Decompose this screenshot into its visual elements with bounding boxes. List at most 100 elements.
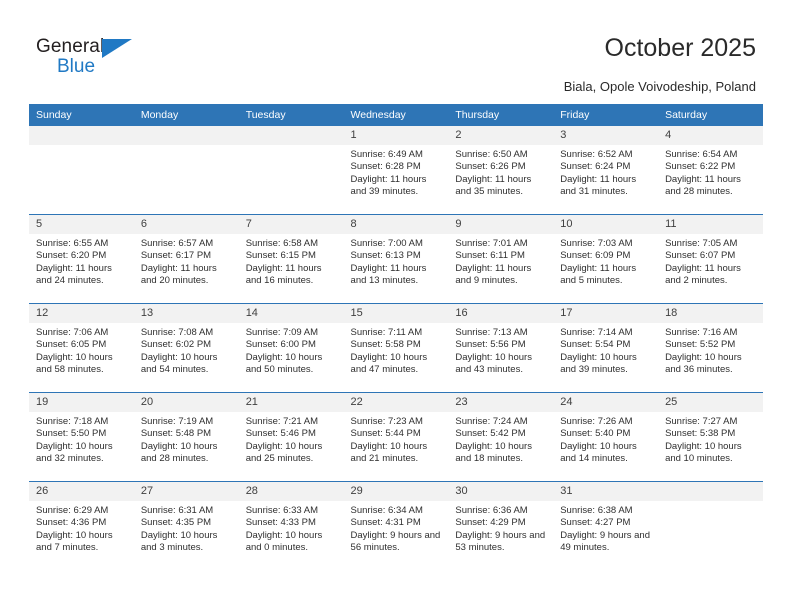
day-details: Sunrise: 7:11 AM Sunset: 5:58 PM Daylight:…	[344, 323, 449, 376]
calendar-day-cell[interactable]: 2 Sunrise: 6:50 AM Sunset: 6:26 PM Daylight…	[448, 126, 554, 215]
calendar-day-cell[interactable]: 6 Sunrise: 6:57 AM Sunset: 6:17 PM Daylight…	[133, 214, 239, 304]
sunrise-text: Sunrise: 7:21 AM	[245, 416, 319, 427]
sunset-text: Sunset: 6:28 PM	[350, 161, 421, 173]
calendar-day-cell[interactable]: 24 Sunrise: 7:26 AM Sunset: 5:40 PM Dayligh…	[553, 392, 659, 482]
calendar-day-cell[interactable]: 4 Sunrise: 6:54 AM Sunset: 6:22 PM Daylight…	[658, 126, 763, 215]
day-details: Sunrise: 7:21 AM Sunset: 5:46 PM Daylight:…	[239, 412, 344, 465]
calendar-day-cell[interactable]: 10 Sunrise: 7:03 AM Sunset: 6:09 PM Dayligh…	[553, 214, 659, 304]
day-details: Sunrise: 7:13 AM Sunset: 5:56 PM Daylight:…	[448, 323, 553, 376]
daylight-text: Daylight: 10 hours and 10 minutes.	[665, 440, 742, 464]
logo-text-blue: Blue	[57, 56, 96, 77]
day-details: Sunrise: 7:08 AM Sunset: 6:02 PM Daylight:…	[134, 323, 239, 376]
day-details: Sunrise: 6:57 AM Sunset: 6:17 PM Daylight:…	[134, 234, 239, 287]
calendar-day-cell-empty	[29, 126, 134, 215]
calendar-day-cell[interactable]: 19 Sunrise: 7:18 AM Sunset: 5:50 PM Dayligh…	[29, 392, 134, 482]
day-details	[29, 145, 134, 149]
sunset-text: Sunset: 6:05 PM	[36, 339, 107, 351]
page-subtitle: Biala, Opole Voivodeship, Poland	[563, 79, 756, 94]
sunrise-text: Sunrise: 6:50 AM	[455, 149, 528, 160]
day-number: 19	[29, 393, 134, 412]
calendar-day-cell[interactable]: 21 Sunrise: 7:21 AM Sunset: 5:46 PM Dayligh…	[238, 392, 344, 482]
page-title: October 2025	[604, 34, 757, 62]
sunrise-text: Sunrise: 6:31 AM	[140, 505, 214, 516]
day-details: Sunrise: 7:00 AM Sunset: 6:13 PM Daylight:…	[344, 234, 449, 287]
weekday-header-friday: Friday	[553, 104, 659, 126]
calendar-day-cell[interactable]: 7 Sunrise: 6:58 AM Sunset: 6:15 PM Daylight…	[238, 214, 344, 304]
day-number: 25	[658, 393, 763, 412]
day-details: Sunrise: 6:49 AM Sunset: 6:28 PM Daylight:…	[344, 145, 449, 198]
day-number: 16	[448, 304, 554, 323]
daylight-text: Daylight: 11 hours and 35 minutes.	[455, 173, 532, 197]
calendar-day-cell[interactable]: 11 Sunrise: 7:05 AM Sunset: 6:07 PM Dayligh…	[658, 214, 763, 304]
calendar-day-cell[interactable]: 8 Sunrise: 7:00 AM Sunset: 6:13 PM Daylight…	[343, 214, 449, 304]
sunrise-text: Sunrise: 6:54 AM	[665, 149, 738, 160]
calendar-day-cell[interactable]: 23 Sunrise: 7:24 AM Sunset: 5:42 PM Dayligh…	[448, 392, 554, 482]
calendar-day-cell[interactable]: 20 Sunrise: 7:19 AM Sunset: 5:48 PM Dayligh…	[133, 392, 239, 482]
daylight-text: Daylight: 11 hours and 2 minutes.	[665, 262, 741, 286]
sunset-text: Sunset: 6:11 PM	[455, 250, 525, 262]
triangle-icon	[102, 39, 132, 58]
calendar-grid: Sunday Monday Tuesday Wednesday Thursday Frid…	[29, 104, 763, 570]
calendar-day-cell[interactable]: 30 Sunrise: 6:36 AM Sunset: 4:29 PM Dayligh…	[448, 481, 554, 570]
day-details: Sunrise: 6:54 AM Sunset: 6:22 PM Daylight:…	[658, 145, 763, 198]
sunset-text: Sunset: 4:27 PM	[560, 517, 631, 529]
day-number: 1	[343, 126, 449, 145]
sunrise-text: Sunrise: 7:13 AM	[455, 327, 528, 338]
day-number: 18	[658, 304, 763, 323]
day-details: Sunrise: 7:27 AM Sunset: 5:38 PM Daylight:…	[658, 412, 763, 465]
sunset-text: Sunset: 4:35 PM	[140, 517, 212, 529]
day-number	[133, 126, 239, 145]
calendar-day-cell[interactable]: 27 Sunrise: 6:31 AM Sunset: 4:35 PM Dayligh…	[133, 481, 239, 570]
calendar-day-cell[interactable]: 13 Sunrise: 7:08 AM Sunset: 6:02 PM Dayligh…	[133, 303, 239, 393]
calendar-day-cell[interactable]: 12 Sunrise: 7:06 AM Sunset: 6:05 PM Dayligh…	[29, 303, 134, 393]
calendar-day-cell[interactable]: 16 Sunrise: 7:13 AM Sunset: 5:56 PM Dayligh…	[448, 303, 554, 393]
day-number	[658, 482, 763, 501]
calendar-day-cell[interactable]: 3 Sunrise: 6:52 AM Sunset: 6:24 PM Daylight…	[553, 126, 659, 215]
day-number: 7	[238, 215, 344, 234]
calendar-day-cell-empty	[238, 126, 344, 215]
day-number: 2	[448, 126, 554, 145]
page-header: General Blue October 2025 Biala, Opole V…	[0, 0, 792, 100]
calendar-day-cell[interactable]: 28 Sunrise: 6:33 AM Sunset: 4:33 PM Dayligh…	[238, 481, 344, 570]
day-number: 29	[343, 482, 449, 501]
daylight-text: Daylight: 10 hours and 39 minutes.	[560, 351, 637, 375]
calendar-day-cell[interactable]: 5 Sunrise: 6:55 AM Sunset: 6:20 PM Daylight…	[29, 214, 134, 304]
calendar-day-cell[interactable]: 18 Sunrise: 7:16 AM Sunset: 5:52 PM Dayligh…	[658, 303, 763, 393]
day-details	[134, 145, 239, 149]
daylight-text: Daylight: 10 hours and 28 minutes.	[140, 440, 218, 464]
sunrise-text: Sunrise: 7:01 AM	[455, 238, 528, 249]
daylight-text: Daylight: 11 hours and 24 minutes.	[36, 262, 112, 286]
calendar-day-cell[interactable]: 1 Sunrise: 6:49 AM Sunset: 6:28 PM Daylight…	[343, 126, 449, 215]
sunrise-text: Sunrise: 7:18 AM	[36, 416, 109, 427]
day-details: Sunrise: 7:26 AM Sunset: 5:40 PM Daylight:…	[553, 412, 658, 465]
sunset-text: Sunset: 6:17 PM	[140, 250, 212, 262]
general-blue-logo[interactable]: General Blue	[36, 36, 156, 82]
daylight-text: Daylight: 10 hours and 25 minutes.	[245, 440, 323, 464]
day-details: Sunrise: 6:50 AM Sunset: 6:26 PM Daylight:…	[448, 145, 553, 198]
calendar-day-cell[interactable]: 25 Sunrise: 7:27 AM Sunset: 5:38 PM Dayligh…	[658, 392, 763, 482]
sunset-text: Sunset: 5:58 PM	[350, 339, 421, 351]
day-number: 24	[553, 393, 659, 412]
calendar-day-cell[interactable]: 17 Sunrise: 7:14 AM Sunset: 5:54 PM Dayligh…	[553, 303, 659, 393]
calendar-day-cell[interactable]: 14 Sunrise: 7:09 AM Sunset: 6:00 PM Dayligh…	[238, 303, 344, 393]
daylight-text: Daylight: 10 hours and 36 minutes.	[665, 351, 742, 375]
day-number	[238, 126, 344, 145]
calendar-day-cell[interactable]: 26 Sunrise: 6:29 AM Sunset: 4:36 PM Dayligh…	[29, 481, 134, 570]
sunset-text: Sunset: 5:54 PM	[560, 339, 631, 351]
sunset-text: Sunset: 5:42 PM	[455, 428, 526, 440]
sunset-text: Sunset: 5:46 PM	[245, 428, 316, 440]
daylight-text: Daylight: 10 hours and 47 minutes.	[350, 351, 428, 375]
day-details: Sunrise: 7:23 AM Sunset: 5:44 PM Daylight:…	[344, 412, 449, 465]
day-details: Sunrise: 7:03 AM Sunset: 6:09 PM Daylight:…	[553, 234, 658, 287]
calendar-header-row: Sunday Monday Tuesday Wednesday Thursday Frid…	[29, 104, 763, 126]
day-details	[658, 501, 763, 505]
calendar-day-cell[interactable]: 9 Sunrise: 7:01 AM Sunset: 6:11 PM Daylight…	[448, 214, 554, 304]
calendar-day-cell[interactable]: 31 Sunrise: 6:38 AM Sunset: 4:27 PM Dayligh…	[553, 481, 659, 570]
sunrise-text: Sunrise: 7:00 AM	[350, 238, 423, 249]
day-details: Sunrise: 7:06 AM Sunset: 6:05 PM Daylight:…	[29, 323, 134, 376]
sunset-text: Sunset: 6:20 PM	[36, 250, 107, 262]
calendar-day-cell[interactable]: 29 Sunrise: 6:34 AM Sunset: 4:31 PM Dayligh…	[343, 481, 449, 570]
calendar-day-cell[interactable]: 15 Sunrise: 7:11 AM Sunset: 5:58 PM Dayligh…	[343, 303, 449, 393]
sunrise-text: Sunrise: 6:49 AM	[350, 149, 423, 160]
calendar-day-cell[interactable]: 22 Sunrise: 7:23 AM Sunset: 5:44 PM Dayligh…	[343, 392, 449, 482]
